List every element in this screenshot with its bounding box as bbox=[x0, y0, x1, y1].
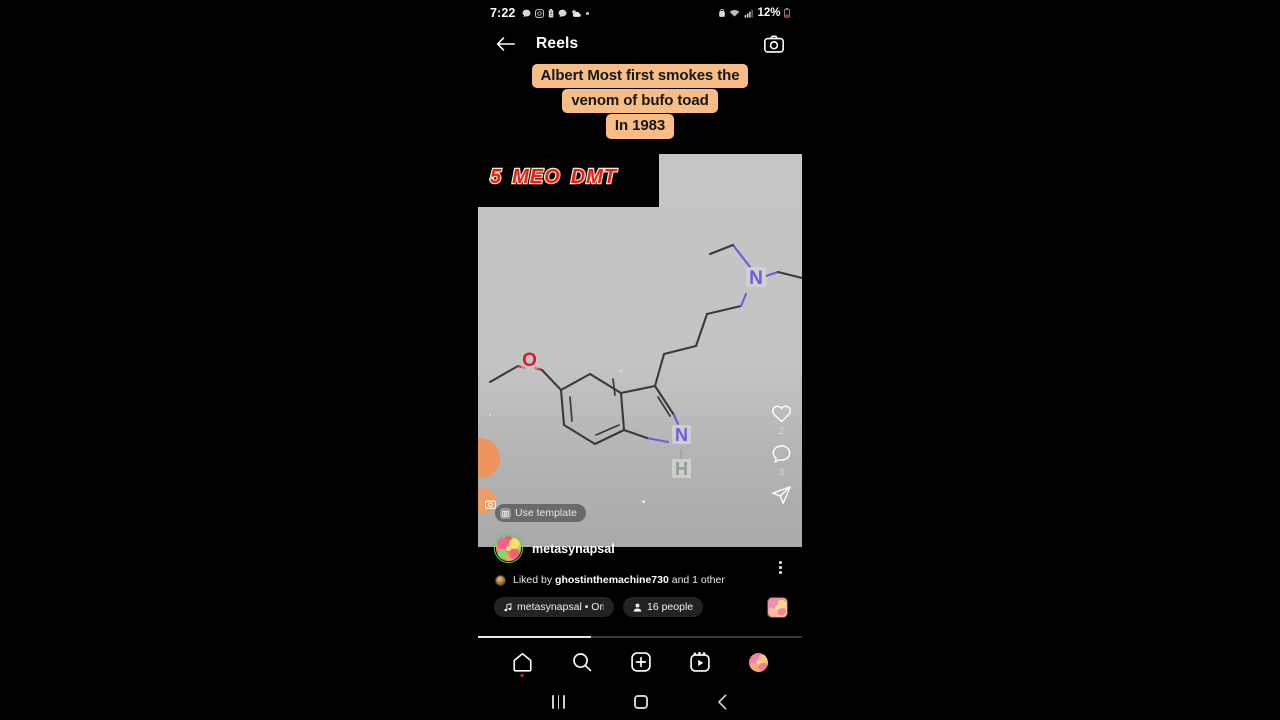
send-icon[interactable] bbox=[771, 485, 792, 505]
caption-line: venom of bufo toad bbox=[562, 89, 718, 114]
speck bbox=[642, 500, 645, 503]
status-bar: 7:22 12% bbox=[478, 0, 802, 26]
liker-avatar bbox=[495, 574, 506, 586]
atom-label-n-indole: N bbox=[675, 425, 688, 445]
nav-item-home[interactable] bbox=[512, 652, 533, 677]
home-badge-dot bbox=[520, 674, 524, 677]
profile-avatar-icon[interactable] bbox=[749, 652, 769, 672]
brand-title: 5 MEO DMT bbox=[488, 165, 620, 189]
comment-count: 3 bbox=[778, 467, 784, 477]
audio-label: metasynapsal • Original bbox=[517, 601, 604, 613]
brand-word: MEO bbox=[510, 165, 563, 189]
plus-square-icon[interactable] bbox=[631, 652, 651, 672]
caption-overlay: Albert Most first smokes the venom of bu… bbox=[478, 64, 802, 140]
bar bbox=[552, 695, 555, 709]
avatar-image bbox=[496, 536, 521, 561]
battery-percent-label: 12% bbox=[757, 7, 781, 19]
reels-icon[interactable] bbox=[690, 652, 710, 672]
people-label: 16 people bbox=[647, 601, 694, 613]
pill-row: metasynapsal • Original 16 people bbox=[494, 597, 704, 617]
more-options-button[interactable] bbox=[779, 561, 782, 574]
atom-label-h: H bbox=[675, 459, 688, 479]
brand-word: DMT bbox=[568, 165, 620, 189]
nav-item-search[interactable] bbox=[572, 652, 592, 672]
caption-line: Albert Most first smokes the bbox=[531, 64, 749, 89]
battery-alert-icon bbox=[548, 8, 554, 18]
nav-item-create[interactable] bbox=[631, 652, 651, 672]
bar bbox=[557, 695, 560, 709]
cellular-signal-icon bbox=[744, 9, 754, 18]
dot bbox=[779, 561, 782, 564]
post-author[interactable]: metasynapsal bbox=[494, 534, 615, 563]
messenger-icon bbox=[558, 9, 567, 18]
home-button[interactable] bbox=[633, 695, 648, 709]
phone-viewport: 7:22 12% Reels Albert Most first smokes … bbox=[478, 0, 802, 720]
caption-line: In 1983 bbox=[605, 114, 675, 139]
status-left-icons bbox=[522, 8, 590, 18]
screen-root: 7:22 12% Reels Albert Most first smokes … bbox=[0, 0, 1280, 720]
page-title: Reels bbox=[536, 35, 579, 52]
home-icon[interactable] bbox=[512, 652, 533, 672]
people-pill[interactable]: 16 people bbox=[623, 597, 704, 617]
weather-icon bbox=[571, 9, 582, 18]
template-icon bbox=[500, 507, 511, 519]
status-time: 7:22 bbox=[490, 6, 516, 20]
video-progress-bar[interactable] bbox=[478, 636, 802, 639]
share-button[interactable] bbox=[771, 485, 792, 508]
atom-label-n-amine: N bbox=[749, 268, 763, 289]
music-note-icon bbox=[504, 602, 512, 612]
like-button[interactable]: 2 bbox=[771, 404, 792, 436]
person-icon bbox=[633, 603, 642, 612]
liked-by-text: Liked by ghostinthemachine730 and 1 othe… bbox=[513, 574, 725, 586]
instagram-icon bbox=[535, 8, 545, 18]
status-right-icons: 12% bbox=[718, 7, 790, 19]
like-count: 2 bbox=[778, 426, 784, 436]
more-dot-icon bbox=[586, 11, 590, 15]
atom-label-o: O bbox=[522, 350, 537, 371]
search-icon[interactable] bbox=[572, 652, 592, 672]
back-button[interactable] bbox=[717, 694, 728, 710]
wifi-icon bbox=[729, 9, 740, 18]
nav-item-profile[interactable] bbox=[749, 652, 769, 672]
bar bbox=[562, 695, 565, 709]
comment-button[interactable]: 3 bbox=[771, 444, 792, 477]
reel-video[interactable]: O N H N 5 MEO DMT Use template 2 3 bbox=[478, 154, 802, 547]
android-system-nav bbox=[478, 684, 802, 720]
post-meta: metasynapsal Liked by ghostinthemachine7… bbox=[478, 534, 802, 634]
use-template-button[interactable]: Use template bbox=[495, 504, 586, 522]
chat-bubble-icon bbox=[522, 9, 531, 18]
nav-item-reels[interactable] bbox=[690, 652, 710, 672]
heart-icon[interactable] bbox=[771, 404, 792, 423]
liked-by-row[interactable]: Liked by ghostinthemachine730 and 1 othe… bbox=[495, 574, 725, 586]
video-progress-fill bbox=[478, 636, 592, 639]
avatar[interactable] bbox=[494, 534, 523, 563]
back-arrow-icon[interactable] bbox=[496, 36, 515, 52]
dot bbox=[779, 566, 782, 569]
brand-word: 5 bbox=[488, 165, 505, 189]
dot bbox=[779, 571, 782, 574]
action-rail: 2 3 bbox=[771, 404, 792, 516]
audio-pill[interactable]: metasynapsal • Original bbox=[494, 597, 614, 617]
liked-by-suffix: and 1 other bbox=[668, 574, 725, 586]
reels-header: Reels bbox=[478, 26, 802, 62]
battery-low-icon bbox=[784, 8, 790, 18]
liked-by-prefix: Liked by bbox=[513, 574, 556, 586]
bottom-nav bbox=[478, 644, 802, 680]
audio-thumbnail[interactable] bbox=[767, 597, 788, 618]
use-template-label: Use template bbox=[515, 507, 577, 519]
username-label[interactable]: metasynapsal bbox=[532, 542, 615, 556]
liked-by-username[interactable]: ghostinthemachine730 bbox=[555, 574, 669, 586]
recents-button[interactable] bbox=[552, 695, 565, 709]
comment-icon[interactable] bbox=[771, 444, 792, 464]
molecule-diagram: O N H N bbox=[488, 243, 802, 479]
alarm-icon bbox=[718, 8, 726, 18]
camera-icon[interactable] bbox=[764, 35, 784, 53]
